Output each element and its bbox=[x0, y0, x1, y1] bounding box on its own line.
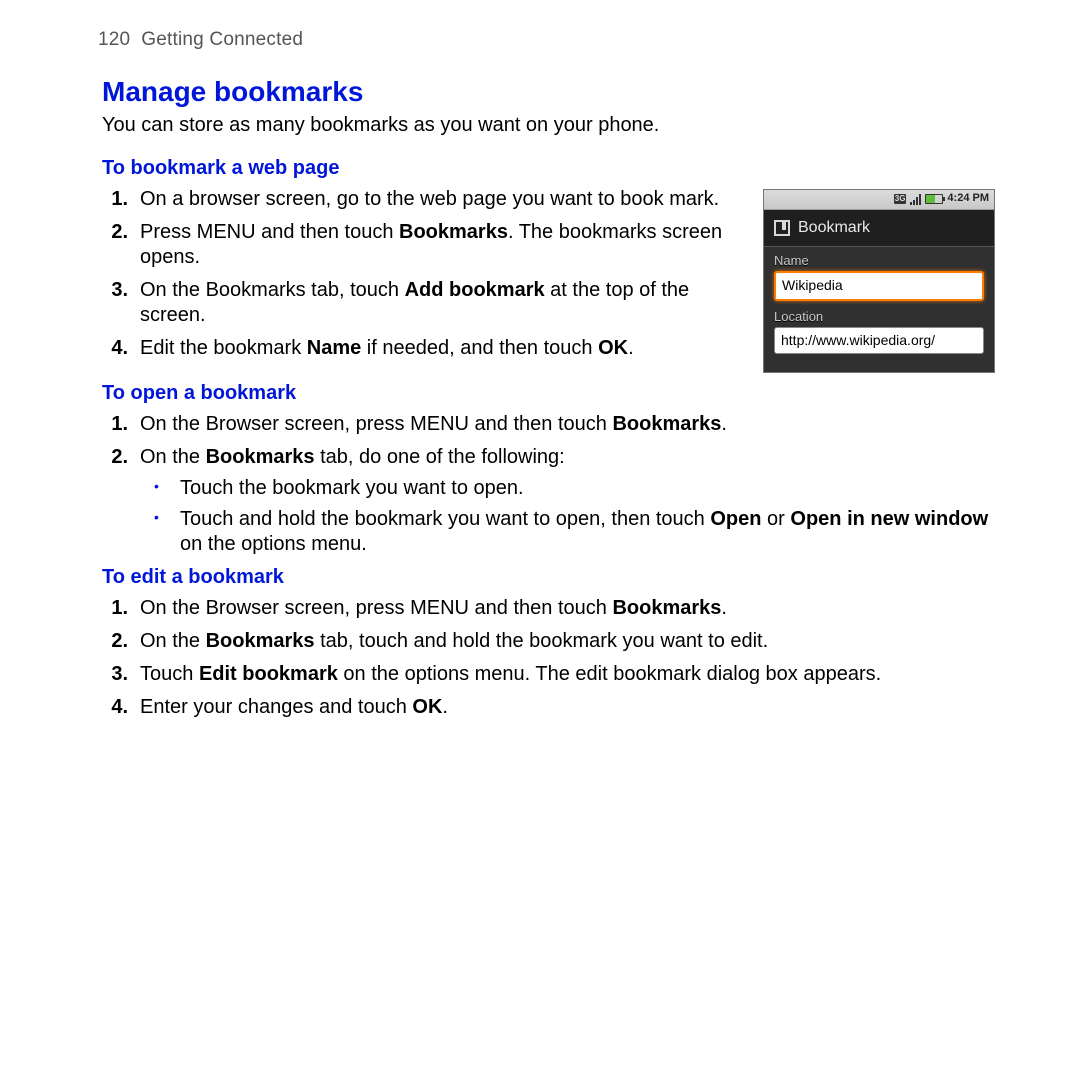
list-item: Touch and hold the bookmark you want to … bbox=[170, 507, 995, 557]
bookmark-icon bbox=[774, 220, 790, 236]
subheading-edit-bookmark: To edit a bookmark bbox=[102, 565, 995, 590]
step: On a browser screen, go to the web page … bbox=[132, 187, 745, 212]
steps-edit-bookmark: On the Browser screen, press MENU and th… bbox=[132, 596, 995, 720]
name-field[interactable]: Wikipedia bbox=[774, 271, 984, 301]
battery-icon bbox=[925, 194, 943, 204]
phone-screenshot: 3G 4:24 PM Bookmark Name Wikipedia Locat… bbox=[763, 189, 995, 374]
open-bullets: Touch the bookmark you want to open. Tou… bbox=[170, 476, 995, 557]
section-title: Manage bookmarks bbox=[102, 74, 995, 109]
location-label: Location bbox=[774, 309, 984, 325]
step: Edit the bookmark Name if needed, and th… bbox=[132, 336, 745, 361]
steps-bookmark-page: On a browser screen, go to the web page … bbox=[132, 187, 745, 361]
step: Press MENU and then touch Bookmarks. The… bbox=[132, 220, 745, 270]
page-number: 120 bbox=[98, 29, 130, 50]
list-item: Touch the bookmark you want to open. bbox=[170, 476, 995, 501]
network-3g-icon: 3G bbox=[894, 194, 907, 204]
bookmark-dialog-header: Bookmark bbox=[764, 210, 994, 247]
bookmark-form: Name Wikipedia Location http://www.wikip… bbox=[764, 247, 994, 373]
step: On the Bookmarks tab, touch and hold the… bbox=[132, 629, 995, 654]
status-bar: 3G 4:24 PM bbox=[764, 190, 994, 210]
chapter-title: Getting Connected bbox=[141, 29, 303, 50]
dialog-title: Bookmark bbox=[798, 218, 870, 238]
steps-open-bookmark: On the Browser screen, press MENU and th… bbox=[132, 412, 995, 557]
step: On the Browser screen, press MENU and th… bbox=[132, 412, 995, 437]
signal-icon bbox=[910, 193, 921, 205]
step: Enter your changes and touch OK. bbox=[132, 695, 995, 720]
status-time: 4:24 PM bbox=[947, 192, 989, 206]
step: Touch Edit bookmark on the options menu.… bbox=[132, 662, 995, 687]
page-header: 120 Getting Connected bbox=[98, 28, 995, 52]
location-field[interactable]: http://www.wikipedia.org/ bbox=[774, 327, 984, 355]
name-label: Name bbox=[774, 253, 984, 269]
intro-text: You can store as many bookmarks as you w… bbox=[102, 113, 995, 138]
step: On the Bookmarks tab, touch Add bookmark… bbox=[132, 278, 745, 328]
step: On the Browser screen, press MENU and th… bbox=[132, 596, 995, 621]
step: On the Bookmarks tab, do one of the foll… bbox=[132, 445, 995, 557]
subheading-open-bookmark: To open a bookmark bbox=[102, 381, 995, 406]
subheading-bookmark-page: To bookmark a web page bbox=[102, 156, 995, 181]
